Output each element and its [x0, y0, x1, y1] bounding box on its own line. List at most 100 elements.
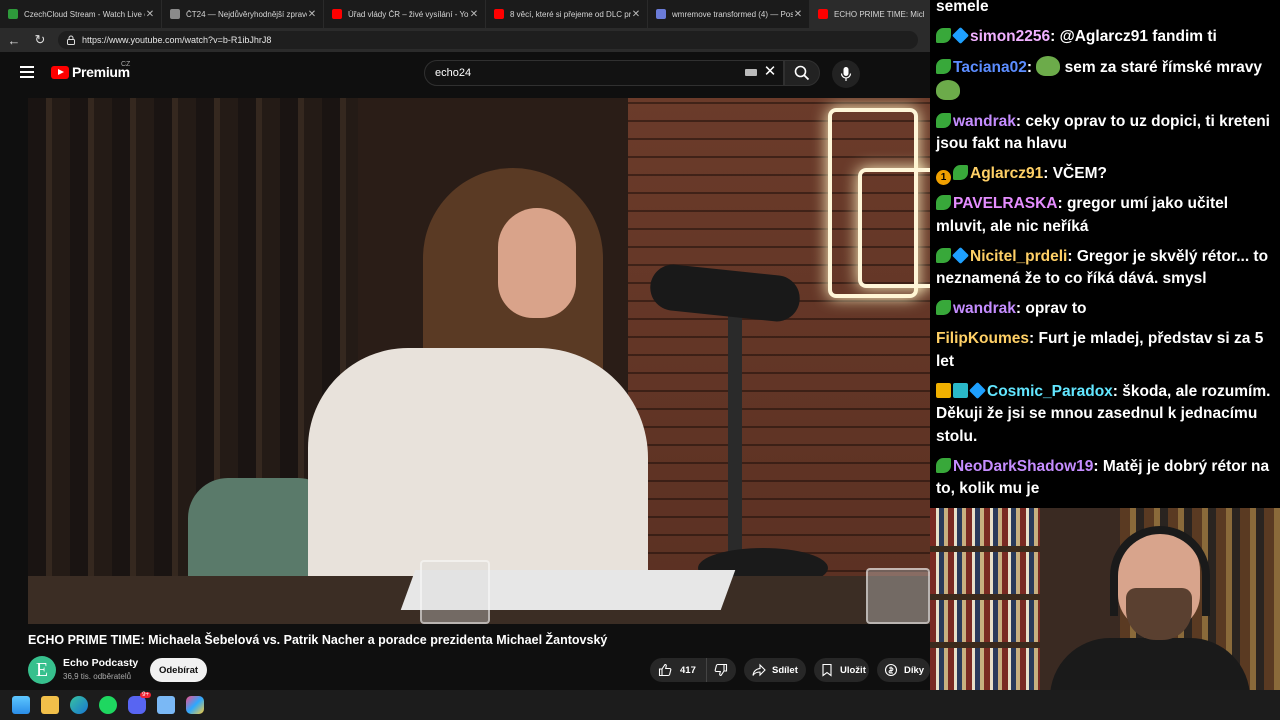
browser-tab[interactable]: wmremove transformed (4) — Pos ✕	[648, 0, 810, 28]
search-button[interactable]	[784, 60, 820, 86]
share-button[interactable]: Sdílet	[744, 658, 806, 682]
leaf-badge-icon	[953, 165, 968, 180]
youtube-header: Premium CZ echo24 ✕	[0, 52, 930, 96]
tab-title: ECHO PRIME TIME: Micha	[834, 9, 924, 19]
browser-tab[interactable]: 8 věcí, které si přejeme od DLC pro ✕	[486, 0, 648, 28]
channel-name[interactable]: Echo Podcasty	[63, 657, 138, 669]
subscribe-button[interactable]: Odebírat	[150, 658, 207, 682]
youtube-favicon-icon	[818, 9, 828, 19]
url-text: https://www.youtube.com/watch?v=b-R1ibJh…	[82, 35, 272, 45]
number-one-badge-icon: 1	[936, 170, 951, 185]
tab-close-icon[interactable]: ✕	[307, 9, 317, 20]
cube-badge-icon	[952, 246, 969, 264]
tab-close-icon[interactable]: ✕	[469, 9, 479, 20]
microphone-icon	[840, 67, 852, 81]
tab-title: 8 věcí, které si přejeme od DLC pro	[510, 9, 631, 19]
dislike-button[interactable]	[706, 658, 736, 682]
chat-text: sem za staré římské mravy	[1064, 59, 1262, 76]
document-favicon-icon	[656, 9, 666, 19]
browser-tab[interactable]: CzechCloud Stream - Watch Live o ✕	[0, 0, 162, 28]
cube-badge-icon	[969, 381, 986, 399]
chat-message: wandrak: ceky oprav to uz dopici, ti kre…	[936, 112, 1270, 152]
windows-icon[interactable]	[12, 696, 30, 714]
youtube-logo[interactable]: Premium CZ	[51, 61, 131, 80]
leaf-badge-icon	[936, 28, 951, 43]
tab-close-icon[interactable]: ✕	[145, 9, 155, 20]
chat-message: NeoDarkShadow19: Matěj je dobrý rétor na…	[936, 457, 1270, 497]
leaf-badge-icon	[936, 457, 951, 473]
notepad-icon[interactable]	[157, 696, 175, 714]
browser-tab-active[interactable]: ECHO PRIME TIME: Micha	[810, 0, 930, 28]
video-player[interactable]	[28, 98, 930, 624]
tab-close-icon[interactable]: ✕	[631, 9, 641, 20]
copilot-icon[interactable]	[186, 696, 204, 714]
file-explorer-icon[interactable]	[41, 696, 59, 714]
chat-text: VČEM?	[1052, 165, 1107, 182]
thanks-button[interactable]: Díky	[877, 658, 930, 682]
clear-search-icon[interactable]: ✕	[763, 64, 777, 79]
chat-username: Cosmic_Paradox	[987, 382, 1113, 400]
address-bar-row: ← ↻ https://www.youtube.com/watch?v=b-R1…	[0, 28, 930, 52]
region-code: CZ	[121, 61, 131, 68]
back-icon[interactable]: ←	[2, 28, 26, 52]
video-glass	[420, 560, 490, 624]
site-info-icon[interactable]	[66, 35, 76, 45]
browser-tab[interactable]: ČT24 — Nejdůvěryhodnější zpravo ✕	[162, 0, 324, 28]
channel-avatar[interactable]: E	[28, 656, 56, 684]
chat-username: FilipKoumes	[936, 330, 1030, 347]
search-value: echo24	[435, 67, 472, 79]
hamburger-menu-icon[interactable]	[20, 66, 34, 78]
browser-tab[interactable]: Úřad vlády ČR – živé vysílání - You ✕	[324, 0, 486, 28]
search-input[interactable]: echo24	[424, 60, 784, 86]
discord-icon[interactable]: 9+	[128, 692, 151, 714]
cube-badge-icon	[952, 27, 969, 44]
chat-message: wandrak: oprav to	[936, 298, 1272, 321]
super-thanks-icon	[884, 663, 898, 677]
video-mic-stand	[728, 308, 742, 588]
reload-icon[interactable]: ↻	[28, 28, 52, 52]
share-icon	[752, 663, 766, 677]
keyboard-icon[interactable]	[745, 69, 757, 76]
url-field[interactable]: https://www.youtube.com/watch?v=b-R1ibJh…	[58, 31, 918, 49]
chat-panel: semele simon2256: @Aglarcz91 fandim ti T…	[930, 0, 1280, 508]
youtube-favicon-icon	[332, 9, 342, 19]
chat-message: Taciana02: sem za staré římské mravy	[936, 56, 1272, 103]
tab-title: CzechCloud Stream - Watch Live o	[24, 9, 145, 19]
chat-username: Aglarcz91	[970, 165, 1044, 182]
chat-username: Nicitel_prdeli	[970, 247, 1068, 265]
tab-close-icon[interactable]: ✕	[793, 9, 803, 20]
frog-emote-icon	[936, 79, 960, 100]
leaf-badge-icon	[936, 59, 951, 74]
spotify-icon[interactable]	[99, 696, 117, 714]
webcam-person-body	[1050, 638, 1250, 690]
taskbar: 9+	[0, 690, 1280, 720]
leaf-badge-icon	[936, 112, 951, 128]
chat-message: PAVELRASKA: gregor umí jako učitel mluvi…	[936, 195, 1229, 235]
headphones-icon	[1110, 526, 1210, 616]
webcam-feed	[930, 508, 1280, 690]
search-icon	[794, 65, 810, 81]
thumbs-up-icon	[658, 663, 672, 677]
chat-username: PAVELRASKA	[953, 195, 1058, 212]
leaf-badge-icon	[936, 247, 951, 263]
save-button[interactable]: Uložit	[814, 658, 869, 682]
edge-icon[interactable]	[70, 696, 88, 714]
chat-username: Taciana02	[953, 59, 1027, 76]
video-person-face	[498, 208, 576, 318]
tab-title: ČT24 — Nejdůvěryhodnější zpravo	[186, 9, 307, 19]
like-button[interactable]: 417	[650, 658, 706, 682]
bookmark-icon	[822, 663, 832, 677]
chat-text: @Aglarcz91 fandim ti	[1059, 28, 1217, 45]
chat-username: wandrak	[953, 112, 1016, 130]
browser-tab-bar: CzechCloud Stream - Watch Live o ✕ ČT24 …	[0, 0, 930, 28]
youtube-play-icon	[51, 65, 69, 79]
thanks-label: Díky	[904, 664, 925, 676]
video-title: ECHO PRIME TIME: Michaela Šebelová vs. P…	[28, 633, 608, 647]
ct24-favicon-icon	[170, 9, 180, 19]
chat-username: wandrak	[953, 300, 1016, 317]
save-label: Uložit	[840, 664, 866, 676]
voice-search-button[interactable]	[832, 60, 860, 88]
chat-message: Nicitel_prdeli: Gregor je skvělý rétor..…	[936, 246, 1269, 287]
video-neon-sign	[858, 168, 930, 288]
screen: CzechCloud Stream - Watch Live o ✕ ČT24 …	[0, 0, 1280, 720]
